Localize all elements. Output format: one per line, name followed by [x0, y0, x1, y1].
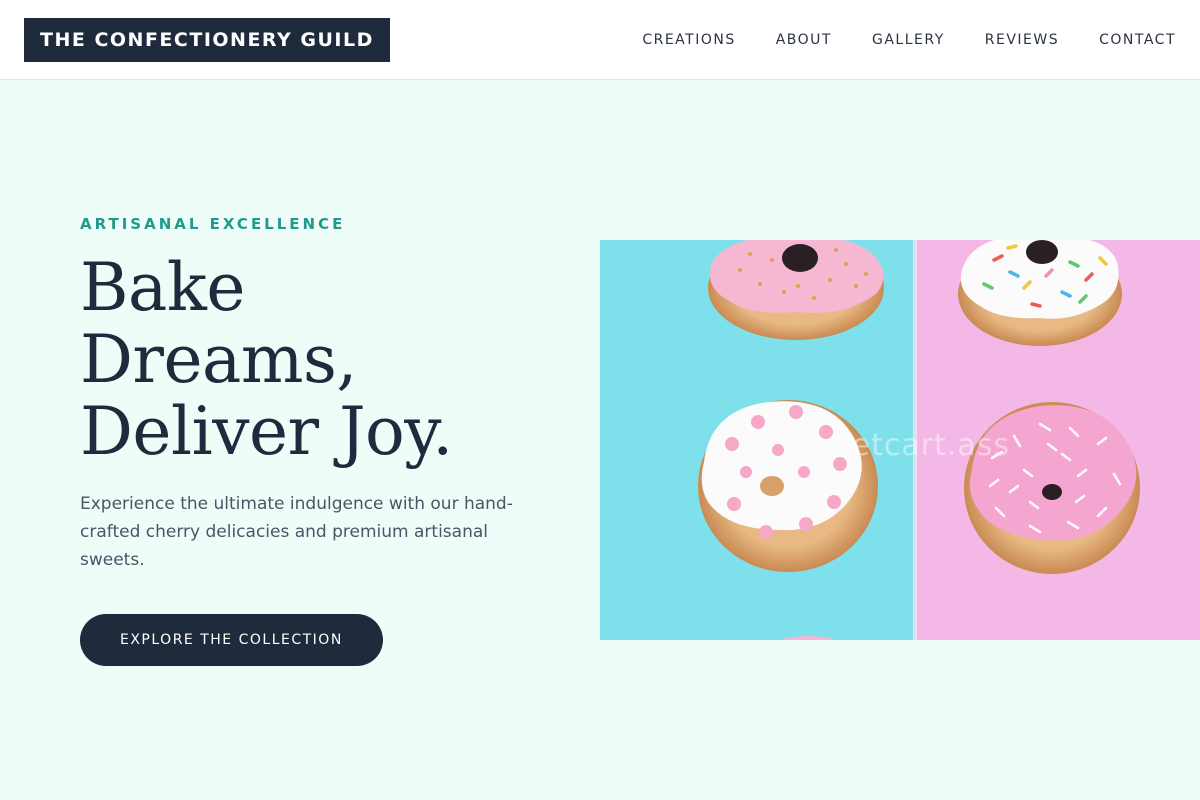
donut-middle-right [964, 402, 1140, 574]
donut-top-left [708, 240, 884, 340]
nav-contact[interactable]: CONTACT [1099, 32, 1176, 48]
explore-collection-button[interactable]: EXPLORE THE COLLECTION [80, 614, 383, 666]
headline-line-1: Bake [80, 249, 245, 326]
nav-gallery[interactable]: GALLERY [872, 32, 945, 48]
headline-line-3: Deliver Joy. [80, 393, 453, 470]
brand-logo[interactable]: THE CONFECTIONERY GUILD [24, 18, 390, 62]
hero-headline: Bake Dreams, Deliver Joy. [80, 252, 540, 468]
main-nav: CREATIONS ABOUT GALLERY REVIEWS CONTACT [642, 0, 1176, 80]
hero-subtext: Experience the ultimate indulgence with … [80, 494, 513, 570]
nav-reviews[interactable]: REVIEWS [985, 32, 1059, 48]
headline-line-2: Dreams, [80, 321, 357, 398]
nav-creations[interactable]: CREATIONS [642, 32, 735, 48]
hero-donut-image: sweetcart.ass [600, 240, 1200, 640]
donut-illustration [600, 240, 1200, 640]
hero-kicker: ARTISANAL EXCELLENCE [80, 215, 346, 233]
donut-middle-left [698, 400, 878, 572]
site-header: THE CONFECTIONERY GUILD CREATIONS ABOUT … [0, 0, 1200, 80]
donut-top-right [958, 240, 1122, 346]
nav-about[interactable]: ABOUT [776, 32, 832, 48]
